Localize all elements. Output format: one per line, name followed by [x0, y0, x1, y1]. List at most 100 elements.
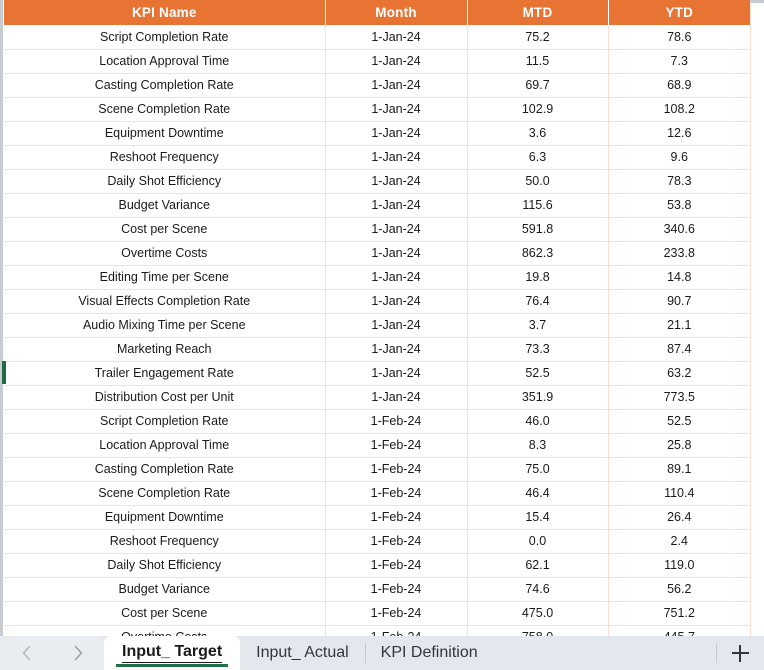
table-row[interactable]: Casting Completion Rate 1-Feb-24 75.0 89.1	[4, 457, 750, 482]
chevron-right-icon[interactable]	[63, 640, 93, 666]
cell-kpi-name[interactable]: Daily Shot Efficiency	[4, 169, 326, 194]
cell-kpi-name[interactable]: Location Approval Time	[4, 49, 326, 74]
cell-mtd[interactable]: 102.9	[467, 97, 609, 122]
cell-ytd[interactable]: 12.6	[608, 121, 750, 146]
sheet-nav-buttons[interactable]	[0, 636, 104, 670]
cell-mtd[interactable]: 76.4	[467, 289, 609, 314]
cell-mtd[interactable]: 3.6	[467, 121, 609, 146]
cell-mtd[interactable]: 75.2	[467, 25, 609, 50]
cell-ytd[interactable]: 7.3	[608, 49, 750, 74]
cell-ytd[interactable]: 78.6	[608, 25, 750, 50]
cell-ytd[interactable]: 773.5	[608, 385, 750, 410]
table-row[interactable]: Reshoot Frequency 1-Feb-24 0.0 2.4	[4, 529, 750, 554]
cell-kpi-name[interactable]: Script Completion Rate	[4, 25, 326, 50]
cell-mtd[interactable]: 46.4	[467, 481, 609, 506]
column-header-mtd[interactable]: MTD	[467, 0, 609, 26]
sheet-tab-3[interactable]: KPI Definition	[364, 636, 494, 670]
cell-kpi-name[interactable]: Reshoot Frequency	[4, 145, 326, 170]
table-row[interactable]: Scene Completion Rate 1-Jan-24 102.9 108.2	[4, 97, 750, 122]
table-row[interactable]: Distribution Cost per Unit 1-Jan-24 351.9 7…	[4, 385, 750, 410]
cell-mtd[interactable]: 862.3	[467, 241, 609, 266]
cell-ytd[interactable]: 9.6	[608, 145, 750, 170]
cell-ytd[interactable]: 87.4	[608, 337, 750, 362]
cell-month[interactable]: 1-Feb-24	[325, 481, 468, 506]
cell-month[interactable]: 1-Feb-24	[325, 433, 468, 458]
cell-month[interactable]: 1-Jan-24	[325, 217, 468, 242]
cell-month[interactable]: 1-Jan-24	[325, 385, 468, 410]
table-row[interactable]: Cost per Scene 1-Feb-24 475.0 751.2	[4, 601, 750, 626]
cell-ytd[interactable]: 89.1	[608, 457, 750, 482]
cell-ytd[interactable]: 52.5	[608, 409, 750, 434]
cell-mtd[interactable]: 15.4	[467, 505, 609, 530]
cell-month[interactable]: 1-Jan-24	[325, 289, 468, 314]
cell-kpi-name[interactable]: Script Completion Rate	[4, 409, 326, 434]
cell-kpi-name[interactable]: Cost per Scene	[4, 217, 326, 242]
sheet-tab-bar[interactable]: Input_ Target Input_ Actual KPI Definition	[0, 636, 764, 670]
column-header-month[interactable]: Month	[325, 0, 468, 26]
cell-month[interactable]: 1-Jan-24	[325, 145, 468, 170]
cell-month[interactable]: 1-Jan-24	[325, 97, 468, 122]
cell-mtd[interactable]: 52.5	[467, 361, 609, 386]
cell-kpi-name[interactable]: Location Approval Time	[4, 433, 326, 458]
table-row[interactable]: Scene Completion Rate 1-Feb-24 46.4 110.4	[4, 481, 750, 506]
cell-ytd[interactable]: 14.8	[608, 265, 750, 290]
table-row[interactable]: Visual Effects Completion Rate 1-Jan-24 76…	[4, 289, 750, 314]
table-row[interactable]: Daily Shot Efficiency 1-Jan-24 50.0 78.3	[4, 169, 750, 194]
cell-ytd[interactable]: 56.2	[608, 577, 750, 602]
table-row[interactable]: Script Completion Rate 1-Jan-24 75.2 78.6	[4, 25, 750, 50]
cell-month[interactable]: 1-Jan-24	[325, 169, 468, 194]
cell-mtd[interactable]: 19.8	[467, 265, 609, 290]
cell-kpi-name[interactable]: Overtime Costs	[4, 241, 326, 266]
table-row[interactable]: Budget Variance 1-Feb-24 74.6 56.2	[4, 577, 750, 602]
cell-kpi-name[interactable]: Visual Effects Completion Rate	[4, 289, 326, 314]
cell-kpi-name[interactable]: Casting Completion Rate	[4, 457, 326, 482]
cell-ytd[interactable]: 26.4	[608, 505, 750, 530]
table-row[interactable]: Audio Mixing Time per Scene 1-Jan-24 3.7 21…	[4, 313, 750, 338]
cell-ytd[interactable]: 340.6	[608, 217, 750, 242]
cell-ytd[interactable]: 68.9	[608, 73, 750, 98]
cell-ytd[interactable]: 53.8	[608, 193, 750, 218]
cell-ytd[interactable]: 108.2	[608, 97, 750, 122]
sheet-tabs[interactable]: Input_ Target Input_ Actual KPI Definition	[104, 636, 716, 670]
cell-month[interactable]: 1-Jan-24	[325, 121, 468, 146]
cell-month[interactable]: 1-Jan-24	[325, 193, 468, 218]
cell-mtd[interactable]: 591.8	[467, 217, 609, 242]
table-row[interactable]: Location Approval Time 1-Jan-24 11.5 7.3	[4, 49, 750, 74]
cell-kpi-name[interactable]: Editing Time per Scene	[4, 265, 326, 290]
cell-kpi-name[interactable]: Marketing Reach	[4, 337, 326, 362]
cell-mtd[interactable]: 75.0	[467, 457, 609, 482]
sheet-tab-2[interactable]: Input_ Actual	[240, 636, 365, 670]
cell-month[interactable]: 1-Feb-24	[325, 529, 468, 554]
cell-mtd[interactable]: 73.3	[467, 337, 609, 362]
cell-ytd[interactable]: 63.2	[608, 361, 750, 386]
table-row[interactable]: Budget Variance 1-Jan-24 115.6 53.8	[4, 193, 750, 218]
cell-month[interactable]: 1-Jan-24	[325, 49, 468, 74]
cell-mtd[interactable]: 74.6	[467, 577, 609, 602]
cell-kpi-name[interactable]: Equipment Downtime	[4, 505, 326, 530]
spreadsheet-grid-area[interactable]: KPI Name Month MTD YTD Script Completion…	[0, 0, 764, 636]
cell-ytd[interactable]: 751.2	[608, 601, 750, 626]
kpi-table[interactable]: KPI Name Month MTD YTD Script Completion…	[4, 0, 750, 636]
column-header-kpi-name[interactable]: KPI Name	[4, 0, 326, 26]
table-row[interactable]: Equipment Downtime 1-Jan-24 3.6 12.6	[4, 121, 750, 146]
table-row[interactable]: Script Completion Rate 1-Feb-24 46.0 52.5	[4, 409, 750, 434]
cell-kpi-name[interactable]: Reshoot Frequency	[4, 529, 326, 554]
cell-month[interactable]: 1-Feb-24	[325, 505, 468, 530]
cell-kpi-name[interactable]: Budget Variance	[4, 577, 326, 602]
cell-ytd[interactable]: 90.7	[608, 289, 750, 314]
cell-month[interactable]: 1-Jan-24	[325, 313, 468, 338]
cell-ytd[interactable]: 25.8	[608, 433, 750, 458]
cell-month[interactable]: 1-Jan-24	[325, 361, 468, 386]
cell-kpi-name[interactable]: Scene Completion Rate	[4, 97, 326, 122]
table-body[interactable]: Script Completion Rate 1-Jan-24 75.2 78.6 Lo…	[4, 25, 750, 636]
table-row[interactable]: Equipment Downtime 1-Feb-24 15.4 26.4	[4, 505, 750, 530]
cell-ytd[interactable]: 119.0	[608, 553, 750, 578]
cell-mtd[interactable]: 3.7	[467, 313, 609, 338]
cell-mtd[interactable]: 6.3	[467, 145, 609, 170]
cell-month[interactable]: 1-Jan-24	[325, 25, 468, 50]
cell-kpi-name[interactable]: Equipment Downtime	[4, 121, 326, 146]
cell-month[interactable]: 1-Feb-24	[325, 625, 468, 636]
cell-mtd[interactable]: 46.0	[467, 409, 609, 434]
cell-month[interactable]: 1-Feb-24	[325, 457, 468, 482]
cell-ytd[interactable]: 2.4	[608, 529, 750, 554]
